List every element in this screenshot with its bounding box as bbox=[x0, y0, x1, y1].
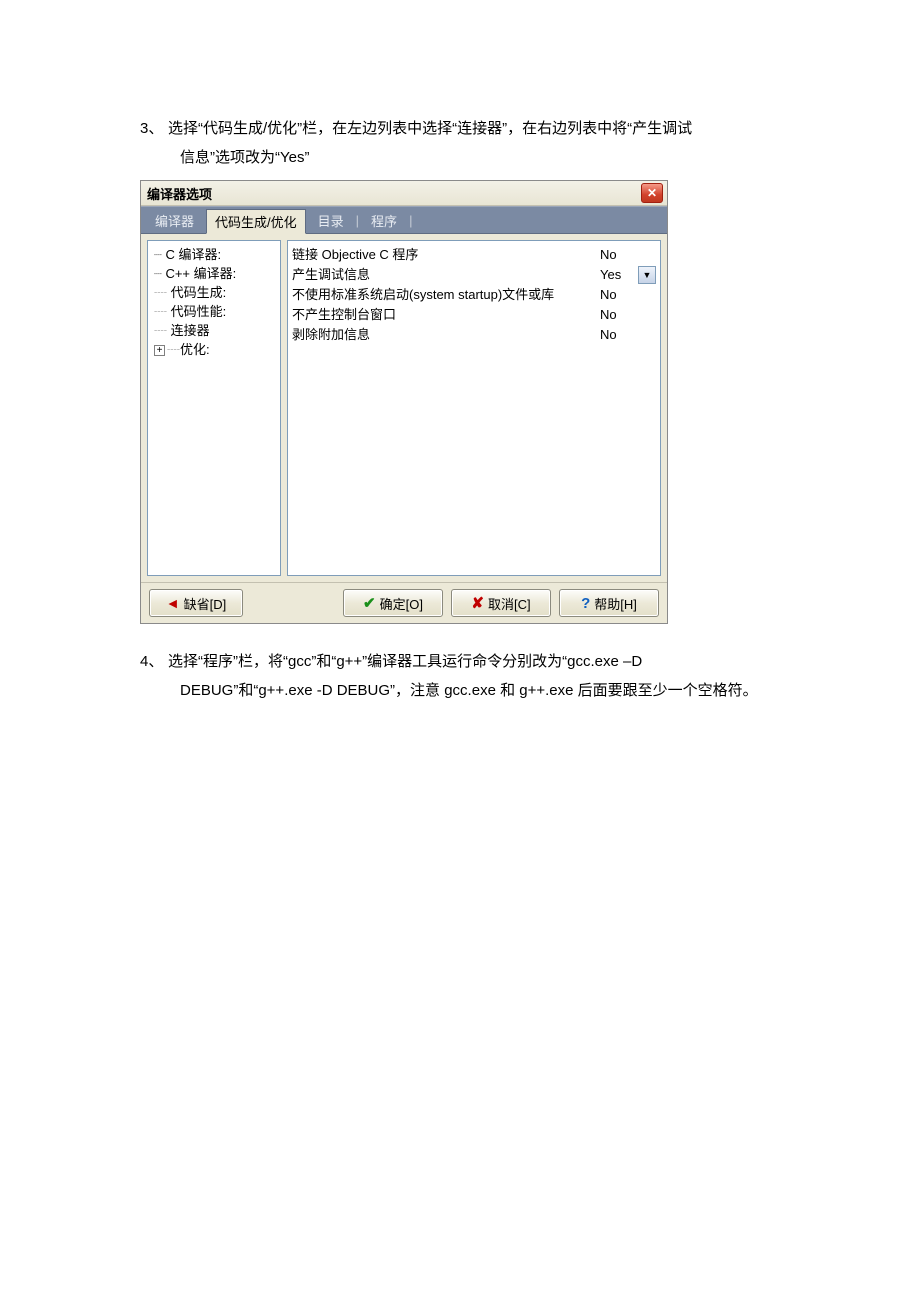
chevron-down-icon: ▼ bbox=[643, 265, 652, 285]
tab-separator: | bbox=[356, 213, 359, 228]
category-tree[interactable]: ┈ C 编译器: ┈ C++ 编译器: ┈ 代码生成: ┈ 代码性能: ┈ 连接… bbox=[147, 240, 281, 576]
dropdown-button[interactable]: ▼ bbox=[638, 266, 656, 284]
option-value[interactable]: Yes bbox=[600, 265, 638, 285]
option-value[interactable]: No bbox=[600, 285, 638, 305]
tree-item-codegen[interactable]: ┈ 代码生成: bbox=[150, 283, 278, 302]
option-row[interactable]: 不产生控制台窗口 No bbox=[292, 305, 656, 325]
tab-directory[interactable]: 目录 bbox=[310, 209, 352, 232]
step-4-text-line1: 选择“程序”栏，将“gcc”和“g++”编译器工具运行命令分别改为“gcc.ex… bbox=[168, 653, 642, 670]
option-label: 剥除附加信息 bbox=[292, 325, 600, 345]
tree-item-linker[interactable]: ┈ 连接器 bbox=[150, 321, 278, 340]
option-value[interactable]: No bbox=[600, 305, 638, 325]
x-icon: ✘ bbox=[471, 594, 484, 612]
step-4-instruction: 4、选择“程序”栏，将“gcc”和“g++”编译器工具运行命令分别改为“gcc.… bbox=[140, 648, 790, 705]
default-button[interactable]: ◄ 缺省[D] bbox=[149, 589, 243, 617]
check-icon: ✔ bbox=[363, 594, 376, 612]
option-label: 不使用标准系统启动(system startup)文件或库 bbox=[292, 285, 600, 305]
dialog-button-bar: ◄ 缺省[D] ✔ 确定[O] ✘ 取消[C] ? 帮助[H] bbox=[141, 582, 667, 623]
tree-item-perf[interactable]: ┈ 代码性能: bbox=[150, 302, 278, 321]
cancel-button-label: 取消[C] bbox=[488, 594, 531, 613]
dialog-title: 编译器选项 bbox=[147, 184, 641, 203]
step-3-number: 3、 bbox=[140, 115, 168, 144]
tree-item-optimize[interactable]: +┈优化: bbox=[150, 340, 278, 359]
step-3-text-line1: 选择“代码生成/优化”栏，在左边列表中选择“连接器”，在右边列表中将“产生调试 bbox=[168, 120, 692, 137]
step-4-text-line2: DEBUG”和“g++.exe -D DEBUG”，注意 gcc.exe 和 g… bbox=[140, 677, 790, 706]
ok-button-label: 确定[O] bbox=[380, 594, 423, 613]
question-icon: ? bbox=[581, 595, 590, 612]
option-label: 不产生控制台窗口 bbox=[292, 305, 600, 325]
option-value[interactable]: No bbox=[600, 325, 638, 345]
tab-bar: 编译器 代码生成/优化 目录 | 程序 | bbox=[141, 206, 667, 234]
tab-program[interactable]: 程序 bbox=[363, 209, 405, 232]
option-row[interactable]: 不使用标准系统启动(system startup)文件或库 No bbox=[292, 285, 656, 305]
tab-separator-end: | bbox=[409, 213, 412, 228]
dialog-titlebar: 编译器选项 ✕ bbox=[141, 181, 667, 206]
expand-icon[interactable]: + bbox=[154, 345, 165, 356]
step-4-number: 4、 bbox=[140, 648, 168, 677]
step-3-instruction: 3、选择“代码生成/优化”栏，在左边列表中选择“连接器”，在右边列表中将“产生调… bbox=[140, 115, 790, 172]
option-label: 产生调试信息 bbox=[292, 265, 600, 285]
panes-container: ┈ C 编译器: ┈ C++ 编译器: ┈ 代码生成: ┈ 代码性能: ┈ 连接… bbox=[141, 234, 667, 582]
tree-item-c-compiler[interactable]: ┈ C 编译器: bbox=[150, 245, 278, 264]
help-button-label: 帮助[H] bbox=[594, 594, 637, 613]
ok-button[interactable]: ✔ 确定[O] bbox=[343, 589, 443, 617]
option-label: 链接 Objective C 程序 bbox=[292, 245, 600, 265]
close-icon: ✕ bbox=[647, 187, 657, 199]
option-row[interactable]: 链接 Objective C 程序 No bbox=[292, 245, 656, 265]
tab-codegen[interactable]: 代码生成/优化 bbox=[206, 209, 306, 234]
tab-compiler[interactable]: 编译器 bbox=[147, 209, 202, 232]
tree-item-cpp-compiler[interactable]: ┈ C++ 编译器: bbox=[150, 264, 278, 283]
options-list[interactable]: 链接 Objective C 程序 No 产生调试信息 Yes ▼ 不使用标准系… bbox=[287, 240, 661, 576]
option-value[interactable]: No bbox=[600, 245, 638, 265]
compiler-options-dialog: 编译器选项 ✕ 编译器 代码生成/优化 目录 | 程序 | ┈ C 编译器: ┈… bbox=[140, 180, 668, 624]
close-button[interactable]: ✕ bbox=[641, 183, 663, 203]
arrow-left-icon: ◄ bbox=[166, 595, 180, 611]
cancel-button[interactable]: ✘ 取消[C] bbox=[451, 589, 551, 617]
default-button-label: 缺省[D] bbox=[184, 594, 227, 613]
help-button[interactable]: ? 帮助[H] bbox=[559, 589, 659, 617]
step-3-text-line2: 信息”选项改为“Yes” bbox=[140, 144, 790, 173]
option-row[interactable]: 剥除附加信息 No bbox=[292, 325, 656, 345]
option-row[interactable]: 产生调试信息 Yes ▼ bbox=[292, 265, 656, 285]
